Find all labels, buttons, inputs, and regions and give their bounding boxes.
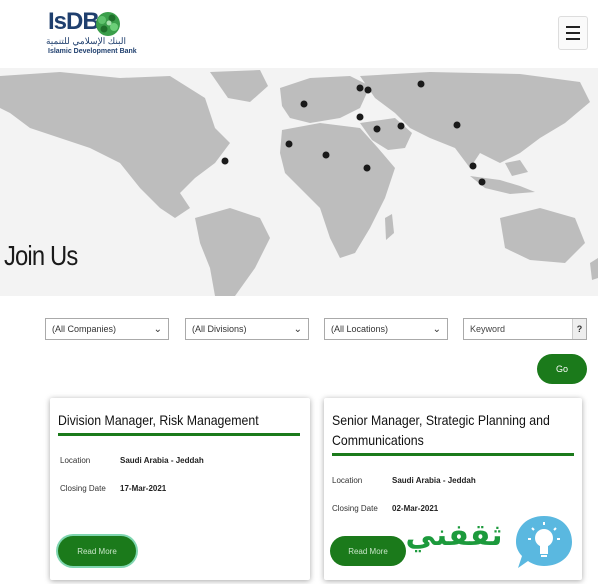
map-marker (300, 100, 308, 108)
closing-date-label: Closing Date (60, 484, 106, 493)
map-marker (356, 84, 364, 92)
job-title[interactable]: Senior Manager, Strategic Planning and C… (332, 410, 570, 450)
logo-english-name: Islamic Development Bank (48, 48, 137, 55)
companies-dropdown-value: (All Companies) (52, 324, 117, 334)
map-marker (469, 162, 477, 170)
job-title[interactable]: Division Manager, Risk Management (58, 410, 296, 430)
locations-dropdown-value: (All Locations) (331, 324, 389, 334)
site-header: IsDB البنك الإسلامي للتنمية Islamic Deve… (0, 0, 598, 68)
divisions-dropdown-value: (All Divisions) (192, 324, 247, 334)
map-marker (397, 122, 405, 130)
watermark: ثقفني (394, 508, 598, 584)
lightbulb-icon (516, 516, 572, 568)
map-marker (363, 164, 371, 172)
closing-date-value: 17-Mar-2021 (120, 484, 167, 493)
help-icon[interactable]: ? (572, 319, 586, 339)
map-marker (322, 151, 330, 159)
go-button[interactable]: Go (537, 354, 587, 384)
watermark-text: ثقفني (405, 518, 503, 553)
map-marker (417, 80, 425, 88)
page-title: Join Us (4, 240, 78, 271)
divisions-dropdown[interactable]: (All Divisions) ⌄ (185, 318, 309, 340)
map-marker (373, 125, 381, 133)
job-card: Division Manager, Risk Management Locati… (50, 398, 310, 580)
isdb-logo[interactable]: IsDB البنك الإسلامي للتنمية Islamic Deve… (45, 8, 138, 60)
chevron-down-icon: ⌄ (432, 323, 441, 335)
map-marker (356, 113, 364, 121)
locations-dropdown[interactable]: (All Locations) ⌄ (324, 318, 448, 340)
companies-dropdown[interactable]: (All Companies) ⌄ (45, 318, 169, 340)
hamburger-menu-icon[interactable] (558, 16, 588, 50)
title-divider (332, 453, 574, 456)
map-marker (285, 140, 293, 148)
chevron-down-icon: ⌄ (153, 323, 162, 335)
hero-banner: Join Us (0, 68, 598, 296)
location-value: Saudi Arabia - Jeddah (392, 476, 476, 485)
location-label: Location (332, 476, 363, 485)
title-divider (58, 433, 300, 436)
map-marker (478, 178, 486, 186)
chevron-down-icon: ⌄ (293, 323, 302, 335)
world-map (0, 70, 598, 296)
map-marker (221, 157, 229, 165)
map-marker (364, 86, 372, 94)
map-marker (453, 121, 461, 129)
location-label: Location (60, 456, 91, 465)
location-value: Saudi Arabia - Jeddah (120, 456, 204, 465)
logo-arabic-name: البنك الإسلامي للتنمية (45, 36, 126, 46)
read-more-button[interactable]: Read More (58, 536, 136, 566)
keyword-input[interactable] (464, 319, 572, 339)
closing-date-label: Closing Date (332, 504, 378, 513)
keyword-search: ? (463, 318, 587, 340)
